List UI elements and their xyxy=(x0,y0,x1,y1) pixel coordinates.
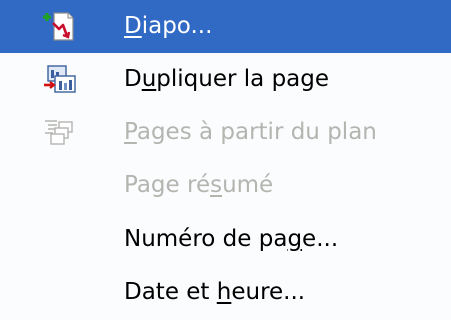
menu-item-pages-from-outline[interactable]: Pages à partir du plan xyxy=(0,106,451,159)
mnemonic-letter: u xyxy=(141,66,157,92)
menu-item-page-number[interactable]: Numéro de page... xyxy=(0,213,451,266)
menu-item-label: Diapo... xyxy=(124,13,213,39)
mnemonic-letter: P xyxy=(124,119,137,145)
duplicate-page-icon xyxy=(42,63,78,95)
menu-item-duplicate-page[interactable]: Dupliquer la page xyxy=(0,53,451,106)
menu-item-label: Page résumé xyxy=(124,172,274,198)
menu-item-label: Date et heure... xyxy=(124,279,306,305)
menu-item-label: Pages à partir du plan xyxy=(124,119,377,145)
menu-item-date-time[interactable]: Date et heure... xyxy=(0,266,451,319)
context-menu: Diapo... Dupliquer la page Pages à parti… xyxy=(0,0,451,320)
menu-item-summary-page[interactable]: Page résumé xyxy=(0,159,451,212)
mnemonic-letter: D xyxy=(124,13,142,39)
pages-from-outline-icon xyxy=(42,116,78,148)
menu-item-label: Dupliquer la page xyxy=(124,66,330,92)
slide-new-icon xyxy=(42,10,78,42)
mnemonic-letter: s xyxy=(210,172,223,198)
mnemonic-letter: h xyxy=(216,279,232,305)
menu-item-label: Numéro de page... xyxy=(124,226,339,252)
menu-item-new-slide[interactable]: Diapo... xyxy=(0,0,451,53)
mnemonic-letter: g xyxy=(287,226,303,252)
